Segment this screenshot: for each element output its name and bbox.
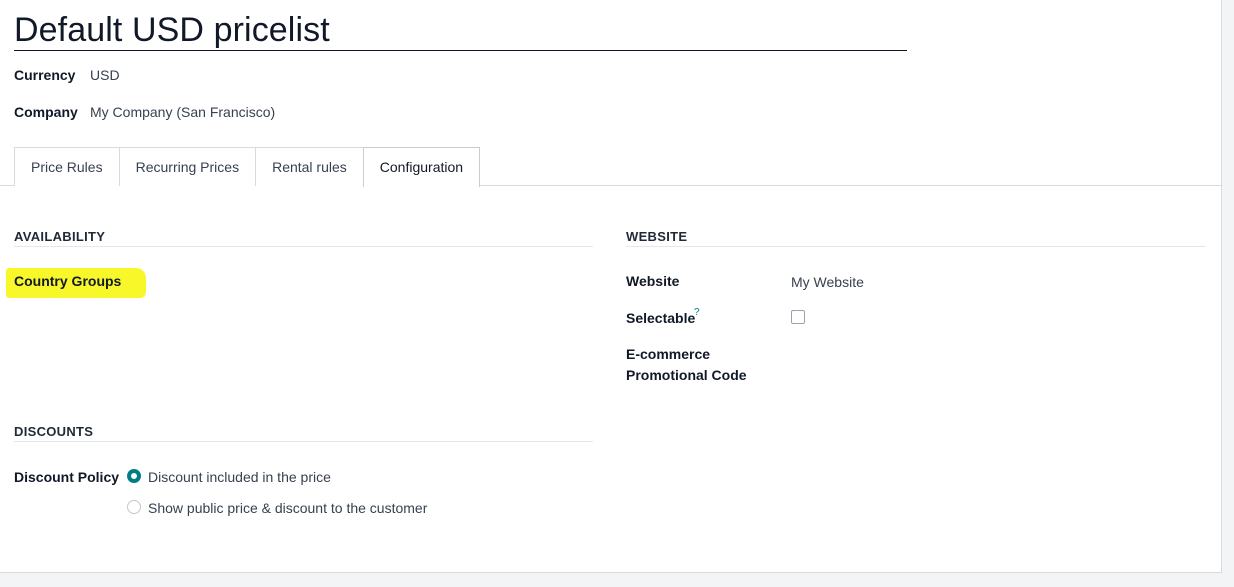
tab-price-rules[interactable]: Price Rules xyxy=(14,147,119,186)
discount-included-radio[interactable] xyxy=(127,469,141,483)
tab-recurring-prices[interactable]: Recurring Prices xyxy=(118,147,256,186)
country-groups-label: Country Groups xyxy=(14,273,122,289)
company-value[interactable]: My Company (San Francisco) xyxy=(90,104,275,120)
selectable-checkbox[interactable] xyxy=(791,310,805,324)
website-label: Website xyxy=(626,273,680,289)
discounts-section-title: DISCOUNTS xyxy=(14,424,593,442)
discount-included-label[interactable]: Discount included in the price xyxy=(148,469,331,485)
currency-label: Currency xyxy=(14,67,76,83)
selectable-help-icon[interactable]: ? xyxy=(694,307,700,318)
show-public-price-label[interactable]: Show public price & discount to the cust… xyxy=(148,500,427,516)
form-sheet: Default USD pricelist Currency USD Compa… xyxy=(0,0,1222,573)
currency-value[interactable]: USD xyxy=(90,67,120,83)
website-value[interactable]: My Website xyxy=(791,274,864,290)
record-title-field[interactable]: Default USD pricelist xyxy=(14,10,907,51)
tab-rental-rules[interactable]: Rental rules xyxy=(255,147,363,186)
ecommerce-promo-label-line2: Promotional Code xyxy=(626,367,747,383)
ecommerce-promo-label-line1: E-commerce xyxy=(626,346,711,362)
discount-policy-label: Discount Policy xyxy=(14,469,120,485)
company-label: Company xyxy=(14,104,78,120)
tab-configuration[interactable]: Configuration xyxy=(362,147,481,187)
show-public-price-radio[interactable] xyxy=(127,500,141,514)
website-section-title: WEBSITE xyxy=(626,229,1206,247)
selectable-label: Selectable xyxy=(626,310,696,326)
availability-section-title: AVAILABILITY xyxy=(14,229,593,247)
notebook-tabs: Price Rules Recurring Prices Rental rule… xyxy=(14,147,481,187)
record-title[interactable]: Default USD pricelist xyxy=(14,10,907,50)
